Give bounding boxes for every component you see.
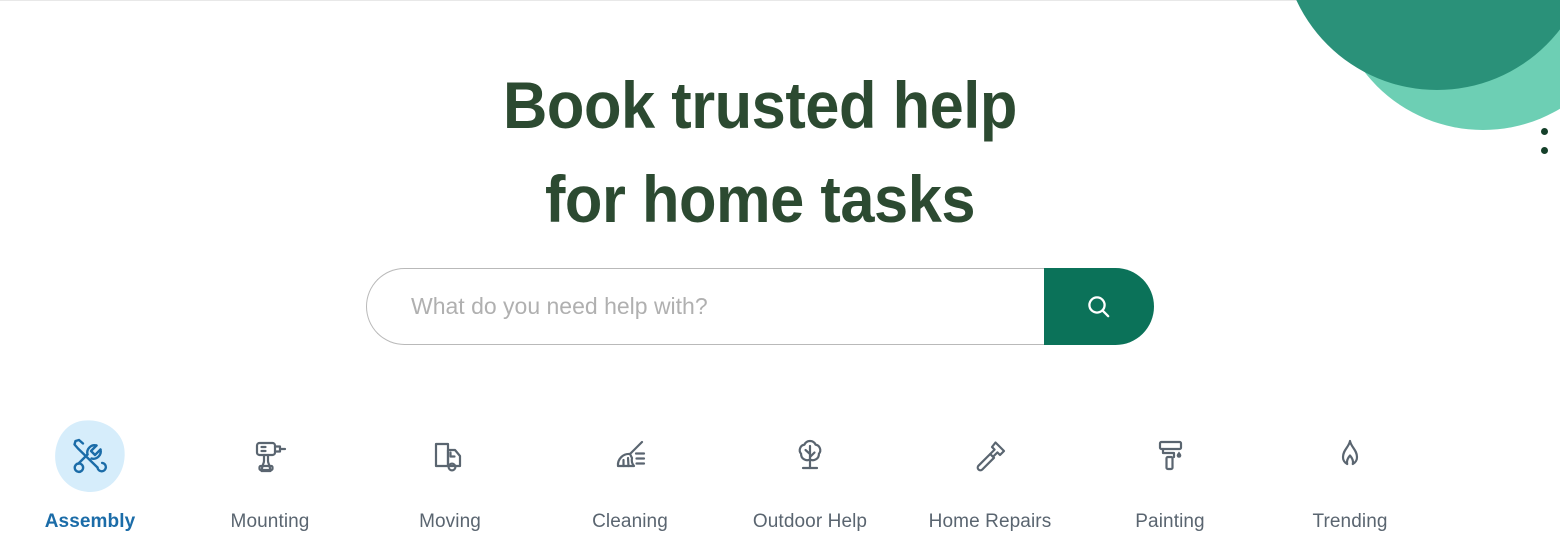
category-icon-container: [772, 418, 848, 494]
tree-icon: [798, 439, 822, 470]
landing-page: Book trusted help for home tasks What do…: [0, 0, 1560, 542]
wrench-screwdriver-icon: [73, 438, 108, 474]
category-label: Moving: [419, 511, 481, 532]
category-icon-container: [952, 418, 1028, 494]
category-label: Home Repairs: [928, 511, 1052, 532]
category-icon-container: [1132, 418, 1208, 494]
category-item-trending[interactable]: Trending: [1260, 418, 1440, 533]
hammer-icon: [976, 441, 1006, 472]
more-vertical-icon[interactable]: [1536, 128, 1552, 176]
category-label: Assembly: [44, 511, 136, 532]
kebab-dot: [1540, 147, 1548, 154]
category-item-moving[interactable]: Moving: [360, 418, 540, 533]
kebab-dot: [1540, 128, 1548, 135]
broom-icon: [616, 440, 646, 468]
category-item-assembly[interactable]: Assembly: [0, 415, 180, 533]
headline-line-1: Book trusted help: [503, 68, 1017, 143]
category-item-mounting[interactable]: Mounting: [180, 418, 360, 533]
search-input[interactable]: [366, 268, 1044, 345]
category-icon-container: [50, 415, 130, 497]
search-icon: [1084, 292, 1114, 322]
category-icon-container: [232, 418, 308, 494]
category-label: Cleaning: [592, 511, 668, 532]
category-label: Trending: [1312, 511, 1388, 532]
headline-line-2: for home tasks: [544, 162, 976, 237]
drill-icon: [255, 441, 287, 473]
category-icon-container: [412, 418, 488, 494]
category-item-home-repairs[interactable]: Home Repairs: [900, 418, 1080, 533]
category-item-outdoor-help[interactable]: Outdoor Help: [720, 418, 900, 533]
truck-icon: [434, 442, 462, 472]
category-label: Mounting: [230, 511, 310, 532]
page-title: Book trusted help for home tasks: [53, 58, 1467, 246]
category-label: Painting: [1135, 511, 1205, 532]
search-form: [366, 268, 1154, 345]
category-item-painting[interactable]: Painting: [1080, 418, 1260, 533]
category-label: Outdoor Help: [752, 511, 868, 532]
header-divider: [0, 0, 1560, 1]
flame-icon: [1341, 439, 1359, 466]
category-icon-container: [1312, 418, 1388, 494]
category-item-cleaning[interactable]: Cleaning: [540, 418, 720, 533]
search-bar: [366, 268, 1154, 345]
search-button[interactable]: [1044, 268, 1154, 345]
category-nav: Assembly Mounting Moving Cleaning Outdoo…: [0, 415, 1520, 533]
paint-roller-icon: [1158, 440, 1183, 471]
category-icon-container: [592, 418, 668, 494]
